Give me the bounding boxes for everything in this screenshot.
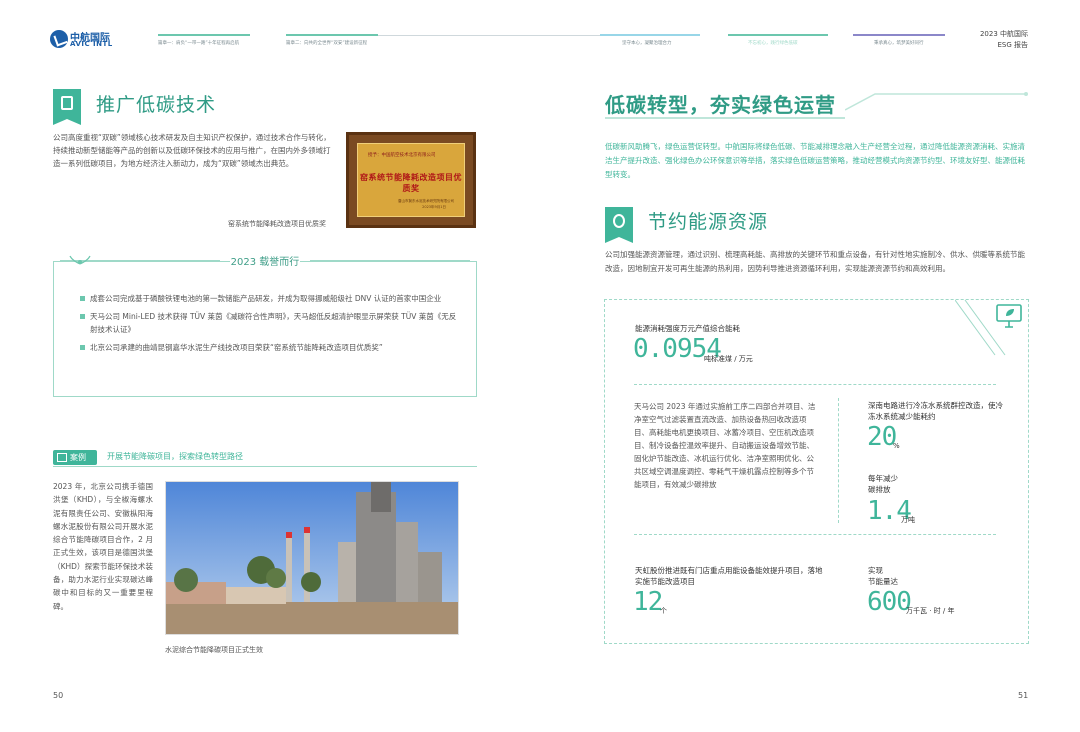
certificate-signature: 唐山市冀东水泥技术研究院有限公司 xyxy=(398,199,454,203)
certificate-caption: 窑系统节能降耗改造项目优质奖 xyxy=(228,220,326,228)
shennan-value: 20 xyxy=(867,422,897,452)
tianhong-unit: 个 xyxy=(660,607,667,615)
honors-list: 成套公司完成基于磷酸铁锂电池的第一款储能产品研发，并成为取得挪威船级社 DNV … xyxy=(80,292,460,359)
logo-english: AVIC INTL xyxy=(70,40,113,48)
saving-value: 600 xyxy=(867,587,912,617)
certificate-issuer: 授予：中国航空技术北京有限公司 xyxy=(368,153,436,158)
nav-bar-1 xyxy=(158,34,250,36)
section-title-low-carbon-tech: 推广低碳技术 xyxy=(96,94,217,116)
low-carbon-tech-icon xyxy=(53,89,81,125)
case-title: 开展节能降碳项目，探索绿色转型路径 xyxy=(107,452,243,461)
reduce-label-2: 碳排放 xyxy=(868,485,891,494)
avic-logo-icon xyxy=(50,30,68,48)
honor-item: 成套公司完成基于磷酸铁锂电池的第一款储能产品研发，并成为取得挪威船级社 DNV … xyxy=(80,292,460,305)
reduce-label-1: 每年减少 xyxy=(868,474,898,483)
shennan-label: 深南电路进行冷冻水系统群控改造，使冷冻水系统减少能耗约 xyxy=(868,401,1003,421)
case-text: 2023 年，北京公司携手德国洪堡（KHD），与全椒海螺水泥有限责任公司、安徽枞… xyxy=(53,482,153,611)
report-type: ESG 报告 xyxy=(997,41,1028,49)
reduce-unit: 万吨 xyxy=(901,516,915,524)
nav-bar-5 xyxy=(853,34,945,36)
cement-plant-photo xyxy=(165,481,459,635)
title-decoration xyxy=(845,92,1028,111)
intensity-label: 能源消耗强度万元产值综合能耗 xyxy=(635,324,740,333)
stats-divider-vertical xyxy=(838,398,839,523)
honor-item: 北京公司承建的曲靖昆钢嘉华水泥生产线技改项目荣获“窑系统节能降耗改造项目优质奖” xyxy=(80,341,460,354)
honors-rule-right xyxy=(310,260,470,261)
certificate-title: 窑系统节能降耗改造项目优质奖 xyxy=(360,173,462,193)
nav-chapter-3[interactable]: 坚守本心，凝聚治理合力 xyxy=(622,40,672,46)
laurel-icon xyxy=(69,255,91,265)
intensity-unit: 吨标准煤 / 万元 xyxy=(704,355,753,363)
nav-chapter-5[interactable]: 秉承真心，筑梦美好同行 xyxy=(874,40,924,46)
nav-bar-3 xyxy=(600,34,700,36)
nav-chapter-2[interactable]: 篇章二：向共的全世界“双安”建设新征程 xyxy=(286,40,367,46)
stats-divider-top xyxy=(634,384,996,385)
nav-bar-4 xyxy=(728,34,828,36)
section-title-energy-saving: 节约能源资源 xyxy=(648,211,769,233)
tianhong-label: 天虹股份推进既有门店重点用能设备能效提升项目，落地实施节能改造项目 xyxy=(635,566,823,586)
low-carbon-intro: 公司高度重视“双碳”领域核心技术研发及自主知识产权保护，通过技术合作与转化，持续… xyxy=(53,133,331,168)
page-number-left: 50 xyxy=(53,691,64,700)
certificate-date: 2023年9月1日 xyxy=(422,205,446,209)
report-org: 2023 中航国际 xyxy=(979,30,1028,38)
nav-divider xyxy=(378,35,600,36)
saving-unit: 万千瓦 · 时 / 年 xyxy=(906,607,955,615)
case-book-icon xyxy=(57,453,67,462)
case-divider xyxy=(53,466,477,467)
monitor-leaf-icon xyxy=(994,301,1024,331)
shennan-unit: % xyxy=(893,442,900,450)
tianhong-value: 12 xyxy=(633,587,663,617)
tianma-text: 天马公司 2023 年通过实施前工序二四部合并项目、洁净室空气过滤装置直流改造、… xyxy=(634,402,816,489)
main-title-green-ops: 低碳转型，夯实绿色运营 xyxy=(605,93,836,117)
title-underline xyxy=(605,117,845,119)
page-number-right: 51 xyxy=(1018,691,1029,700)
photo-caption: 水泥综合节能降碳项目正式生效 xyxy=(165,646,263,654)
energy-saving-icon xyxy=(605,207,633,243)
main-text: 低碳新风助腾飞，绿色运营促转型。中航国际将绿色低碳、节能减排理念融入生产经营全过… xyxy=(605,142,1025,179)
nav-chapter-4[interactable]: 不忘初心，践行绿色低碳 xyxy=(748,40,798,46)
honors-header: 2023 载誉而行 xyxy=(60,253,470,268)
stats-divider-bottom xyxy=(634,534,996,535)
certificate-image: 授予：中国航空技术北京有限公司 窑系统节能降耗改造项目优质奖 唐山市冀东水泥技术… xyxy=(346,132,476,228)
energy-section-text: 公司加强能源资源管理，通过识别、梳理高耗能、高排放的关键环节和重点设备，有针对性… xyxy=(605,250,1025,273)
nav-chapter-1[interactable]: 篇章一：肩负“一带一路”十年征程再启航 xyxy=(158,40,239,46)
saving-label-1: 实现 xyxy=(868,566,883,575)
nav-bar-2 xyxy=(286,34,378,36)
honor-item: 天马公司 Mini-LED 技术获得 TÜV 莱茵《减碳符合性声明》，天马超低反… xyxy=(80,310,460,336)
honors-title: 2023 载誉而行 xyxy=(230,253,300,268)
saving-label-2: 节能量达 xyxy=(868,577,898,586)
